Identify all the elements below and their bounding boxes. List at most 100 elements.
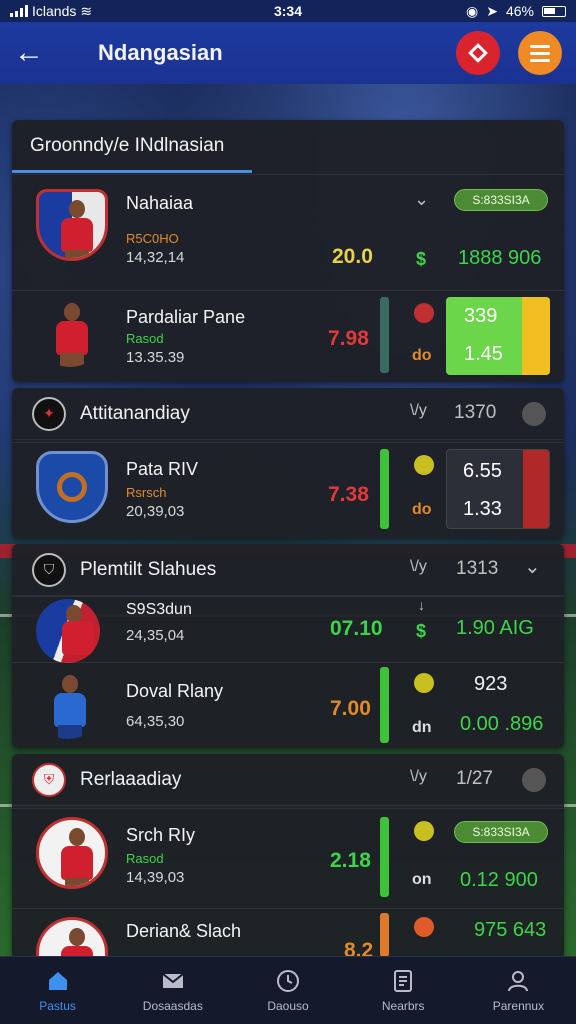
odds-pair[interactable]: 975 643 bbox=[474, 919, 546, 942]
trend-bar bbox=[380, 667, 389, 743]
match-row[interactable]: Pardaliar Pane Rasod 13.35.39 7.98 do 33… bbox=[12, 290, 564, 382]
draw-label: do bbox=[412, 347, 432, 364]
trend-bar bbox=[380, 449, 389, 529]
player-avatar bbox=[36, 817, 108, 889]
odds-box[interactable]: 6.55 1.33 bbox=[446, 449, 550, 529]
nav-label: Nearbrs bbox=[381, 998, 425, 1013]
back-arrow-icon[interactable]: ← bbox=[14, 36, 62, 70]
reaction-icon bbox=[414, 673, 434, 693]
chevron-down-icon[interactable]: ⌄ bbox=[524, 554, 541, 579]
player-avatar bbox=[34, 295, 106, 367]
section-title: Plemtilt Slahues bbox=[80, 558, 217, 580]
odds-pair[interactable]: 1888 906 bbox=[458, 247, 541, 270]
player-avatar bbox=[36, 189, 108, 261]
league-badge-button[interactable] bbox=[456, 31, 500, 75]
nav-label: Dosaasdas bbox=[142, 998, 203, 1013]
status-bar: Iclands ≋ 3:34 ◉ ➤ 46% bbox=[0, 0, 576, 22]
player-meta: R5C0HO bbox=[126, 231, 179, 246]
player-meta: Rasod bbox=[126, 851, 164, 866]
section-title: Rerlaaadiay bbox=[80, 768, 182, 790]
trend-bar bbox=[380, 817, 389, 897]
odds-value[interactable]: 7.00 bbox=[330, 697, 371, 721]
reaction-icon bbox=[414, 455, 434, 475]
document-icon bbox=[394, 969, 413, 992]
chevron-down-icon[interactable]: ⌄ bbox=[414, 189, 429, 210]
player-avatar bbox=[36, 599, 100, 663]
section-count: 1370 bbox=[454, 402, 497, 423]
carrier-label: Iclands bbox=[32, 3, 77, 19]
odds-value[interactable]: 07.10 bbox=[330, 617, 383, 641]
stats-icon: \/y bbox=[410, 402, 427, 419]
odds-pair[interactable]: 0.00 .896 bbox=[460, 713, 543, 736]
player-avatar bbox=[36, 917, 108, 956]
odds-value[interactable]: 7.98 bbox=[328, 327, 369, 351]
player-meta: Rasod bbox=[126, 331, 164, 346]
app-header: ← Ndangasian bbox=[0, 22, 576, 84]
odds-pair[interactable]: 1.90 AIG bbox=[456, 617, 534, 640]
match-date: 14,32,14 bbox=[126, 249, 185, 266]
odds-value[interactable]: 20.0 bbox=[332, 245, 373, 269]
nav-label: Daouso bbox=[267, 998, 309, 1013]
reaction-icon bbox=[414, 917, 434, 937]
section-title: Attitanandiay bbox=[80, 402, 190, 424]
match-date: 24,35,04 bbox=[126, 627, 185, 644]
match-date: 64,35,30 bbox=[126, 713, 185, 730]
stats-icon: \/y bbox=[410, 558, 427, 575]
match-group-4: ⛨ Rerlaaadiay \/y 1/27 Srch RIy Rasod 14… bbox=[12, 754, 564, 956]
match-row[interactable]: Pata RIV Rsrsch 20,39,03 7.38 do 6.55 1.… bbox=[12, 442, 564, 538]
league-icon: ⛉ bbox=[32, 552, 66, 587]
nav-label: Parennux bbox=[492, 998, 545, 1013]
status-pill: S:833SI3A bbox=[454, 189, 548, 211]
stats-icon: \/y bbox=[410, 768, 427, 785]
odds-value[interactable]: 8.2 bbox=[344, 939, 373, 956]
hamburger-icon bbox=[530, 41, 550, 66]
nav-profile[interactable]: Parennux bbox=[461, 957, 576, 1024]
dollar-icon: $ bbox=[416, 249, 427, 269]
draw-label: do bbox=[412, 501, 432, 518]
draw-label: on bbox=[412, 871, 432, 888]
player-name: Doval Rlany bbox=[126, 681, 224, 701]
info-icon[interactable] bbox=[522, 402, 546, 426]
match-date: 13.35.39 bbox=[126, 349, 185, 366]
odds-box[interactable]: 339 1.45 bbox=[446, 297, 550, 375]
match-row[interactable]: S9S3dun 24,35,04 07.10 ↓ $ 1.90 AIG bbox=[12, 596, 564, 663]
page-title: Ndangasian bbox=[98, 40, 223, 65]
odds-value[interactable]: 2.18 bbox=[330, 849, 371, 873]
menu-button[interactable] bbox=[518, 31, 562, 75]
odds-value[interactable]: 7.38 bbox=[328, 483, 369, 507]
home-icon bbox=[48, 971, 67, 990]
trend-bar bbox=[380, 297, 389, 373]
match-date: 20,39,03 bbox=[126, 503, 185, 520]
tab-underline bbox=[12, 170, 252, 173]
player-name: S9S3dun bbox=[126, 601, 192, 618]
arrow-down-icon: ↓ bbox=[418, 597, 425, 613]
battery-icon bbox=[542, 5, 566, 17]
odds-box-bottom: 1.33 bbox=[463, 498, 502, 520]
match-group-3: ⛉ Plemtilt Slahues \/y 1313 ⌄ S9S3dun 24… bbox=[12, 544, 564, 748]
draw-label: dn bbox=[412, 719, 432, 736]
league-icon: ✦ bbox=[32, 396, 66, 431]
wifi-icon: ≋ bbox=[80, 2, 93, 19]
player-name: Pata RIV bbox=[126, 459, 199, 479]
match-row[interactable]: Nahaiaa R5C0HO 14,32,14 ⌄ S:833SI3A 20.0… bbox=[12, 174, 564, 290]
nav-schedule[interactable]: Daouso bbox=[230, 957, 345, 1024]
match-group-2: ✦ Attitanandiay \/y 1370 Pata RIV Rsrsch… bbox=[12, 388, 564, 538]
odds-pair[interactable]: 0.12 900 bbox=[460, 869, 538, 892]
match-row[interactable]: Derian& Slach 8.2 975 643 bbox=[12, 908, 564, 956]
match-row[interactable]: Doval Rlany 64,35,30 7.00 dn 923 0.00 .8… bbox=[12, 662, 564, 748]
battery-percent: 46% bbox=[505, 3, 534, 19]
section-count: 1/27 bbox=[456, 768, 493, 789]
nav-news[interactable]: Nearbrs bbox=[346, 957, 461, 1024]
info-icon[interactable] bbox=[522, 768, 546, 792]
location-icon: ➤ bbox=[486, 2, 498, 19]
odds-box-top: 339 bbox=[464, 305, 498, 327]
nav-messages[interactable]: Dosaasdas bbox=[115, 957, 230, 1024]
mail-icon bbox=[162, 972, 184, 988]
odds-box-bottom: 1.45 bbox=[464, 343, 503, 365]
status-pill: S:833SI3A bbox=[454, 821, 548, 843]
match-row[interactable]: Srch RIy Rasod 14,39,03 2.18 S:833SI3A o… bbox=[12, 808, 564, 908]
nav-home[interactable]: Pastus bbox=[0, 957, 115, 1024]
odds-box-top: 6.55 bbox=[463, 460, 502, 482]
clock: 3:34 bbox=[273, 3, 303, 19]
odds-top[interactable]: 923 bbox=[474, 673, 507, 696]
